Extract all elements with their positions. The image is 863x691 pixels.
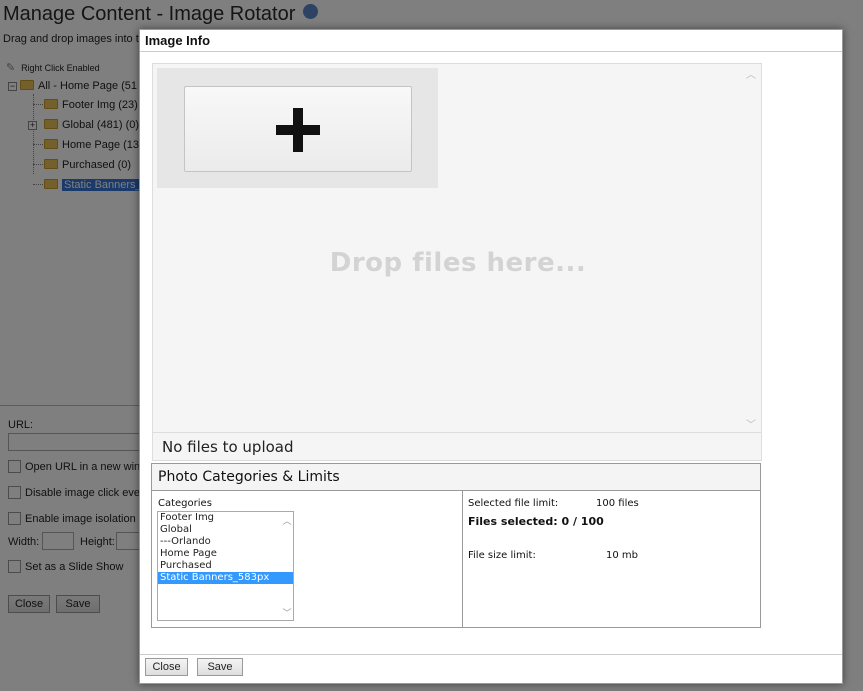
close-button[interactable]: Close <box>145 658 188 676</box>
file-size-limit-label: File size limit: <box>468 550 536 561</box>
category-option[interactable]: Footer Img <box>158 512 293 524</box>
chevron-down-icon[interactable]: ﹀ <box>281 606 293 619</box>
save-button[interactable]: Save <box>197 658 243 676</box>
category-option[interactable]: ---Orlando <box>158 536 293 548</box>
category-option[interactable]: Global <box>158 524 293 536</box>
drop-files-hint: Drop files here... <box>329 248 587 278</box>
photo-categories-panel: Photo Categories & Limits Categories Foo… <box>151 463 761 628</box>
add-file-tile <box>157 68 438 188</box>
chevron-up-icon[interactable]: ︿ <box>745 66 757 81</box>
selected-file-limit-value: 100 files <box>596 498 639 509</box>
category-option[interactable]: Home Page <box>158 548 293 560</box>
categories-listbox[interactable]: Footer Img Global ---Orlando Home Page P… <box>157 511 294 621</box>
image-info-dialog: Image Info Drop files here... ︿ ﹀ No fil… <box>139 29 843 684</box>
category-option[interactable]: Purchased <box>158 560 293 572</box>
file-drop-zone[interactable]: Drop files here... ︿ ﹀ <box>152 63 762 433</box>
dialog-title: Image Info <box>145 33 211 48</box>
selected-file-limit-label: Selected file limit: <box>468 498 559 509</box>
chevron-up-icon[interactable]: ︿ <box>281 514 293 527</box>
categories-panel-header: Photo Categories & Limits <box>152 464 760 491</box>
category-option-selected[interactable]: Static Banners_583px <box>158 572 293 584</box>
files-selected-count: Files selected: 0 / 100 <box>468 515 604 528</box>
chevron-down-icon[interactable]: ﹀ <box>745 416 757 431</box>
categories-label: Categories <box>158 498 212 509</box>
file-size-limit-value: 10 mb <box>606 550 638 561</box>
upload-status: No files to upload <box>152 433 762 461</box>
add-files-button[interactable] <box>184 86 412 172</box>
